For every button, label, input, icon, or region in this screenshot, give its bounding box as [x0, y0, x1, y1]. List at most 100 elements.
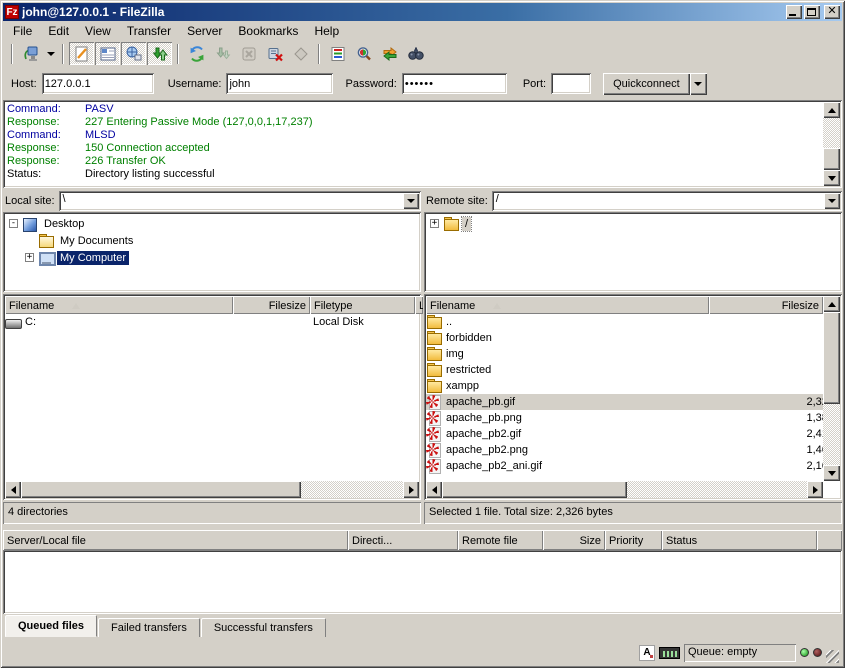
file-row[interactable]: apache_pb2.gif 2,414	[426, 426, 840, 442]
tree-item-icon	[22, 217, 39, 231]
menu-item[interactable]: View	[77, 22, 119, 40]
scroll-right-button[interactable]	[807, 481, 823, 498]
transfer-type-indicator-icon[interactable]: A	[639, 645, 655, 661]
column-header-lastmodified[interactable]: L	[415, 296, 423, 314]
cancel-operation-button[interactable]	[236, 42, 261, 65]
toggle-local-tree-button[interactable]	[95, 42, 120, 65]
menu-item[interactable]: Bookmarks	[230, 22, 306, 40]
tree-item[interactable]: + My Computer	[7, 249, 419, 266]
file-row[interactable]: restricted	[426, 362, 840, 378]
local-file-list: Filename Filesize Filetype L C: Local Di…	[3, 294, 421, 500]
queue-list[interactable]	[3, 550, 842, 614]
app-icon: Fz	[5, 5, 19, 19]
site-manager-dropdown-button[interactable]	[44, 42, 57, 65]
column-header-status[interactable]: Status	[662, 530, 817, 550]
local-horizontal-scrollbar[interactable]	[5, 481, 419, 498]
scroll-right-button[interactable]	[403, 481, 419, 498]
file-row[interactable]: apache_pb2_ani.gif 2,160	[426, 458, 840, 474]
local-site-combobox[interactable]: \	[59, 191, 421, 211]
file-row[interactable]: apache_pb.png 1,385	[426, 410, 840, 426]
menu-item[interactable]: Server	[179, 22, 230, 40]
queue-tab[interactable]: Failed transfers	[98, 618, 200, 637]
file-row[interactable]: img	[426, 346, 840, 362]
tree-expander[interactable]: +	[25, 253, 34, 262]
disconnect-button[interactable]	[262, 42, 287, 65]
menu-item[interactable]: Transfer	[119, 22, 179, 40]
toolbar-separator	[318, 44, 320, 64]
chevron-down-icon	[694, 82, 702, 86]
username-input[interactable]	[226, 73, 333, 94]
column-header-filename[interactable]: Filename	[5, 296, 233, 314]
menu-item[interactable]: Help	[306, 22, 347, 40]
synchronized-browsing-button[interactable]	[377, 42, 402, 65]
speed-limit-indicator-icon[interactable]	[659, 647, 680, 659]
scroll-thumb[interactable]	[823, 148, 840, 170]
reconnect-button[interactable]	[288, 42, 313, 65]
scroll-up-button[interactable]	[823, 296, 840, 312]
file-row[interactable]: xampp	[426, 378, 840, 394]
file-row[interactable]: ..	[426, 314, 840, 330]
scroll-left-button[interactable]	[5, 481, 21, 498]
directory-comparison-button[interactable]	[351, 42, 376, 65]
scroll-thumb[interactable]	[442, 481, 627, 498]
column-header-filename[interactable]: Filename	[426, 296, 709, 314]
tree-item[interactable]: - Desktop	[7, 215, 419, 232]
find-files-button[interactable]	[403, 42, 428, 65]
maximize-button[interactable]	[804, 5, 820, 19]
tree-expander[interactable]: +	[430, 219, 439, 228]
scroll-up-button[interactable]	[823, 102, 840, 118]
file-row[interactable]: forbidden	[426, 330, 840, 346]
scroll-thumb[interactable]	[823, 312, 840, 404]
column-header-priority[interactable]: Priority	[605, 530, 662, 550]
menu-item[interactable]: Edit	[40, 22, 77, 40]
tree-item[interactable]: + /	[428, 215, 840, 232]
column-header-direction[interactable]: Directi...	[348, 530, 458, 550]
toggle-transfer-queue-button[interactable]	[147, 42, 172, 65]
refresh-button[interactable]	[184, 42, 209, 65]
log-scrollbar[interactable]	[823, 102, 840, 186]
tree-expander[interactable]: -	[9, 219, 18, 228]
title-bar[interactable]: Fz john@127.0.0.1 - FileZilla ✕	[3, 3, 842, 21]
column-header-filesize[interactable]: Filesize	[233, 296, 310, 314]
toggle-message-log-button[interactable]	[69, 42, 94, 65]
password-input[interactable]	[402, 73, 507, 94]
scroll-down-button[interactable]	[823, 170, 840, 186]
column-header-remote-file[interactable]: Remote file	[458, 530, 543, 550]
column-header-filesize[interactable]: Filesize	[709, 296, 823, 314]
quickconnect-button[interactable]: Quickconnect	[603, 73, 690, 95]
process-queue-button[interactable]	[210, 42, 235, 65]
toggle-remote-tree-button[interactable]	[121, 42, 146, 65]
remote-site-dropdown-button[interactable]	[824, 193, 840, 209]
site-manager-button[interactable]	[18, 42, 43, 65]
scroll-down-button[interactable]	[823, 465, 840, 481]
scroll-left-button[interactable]	[426, 481, 442, 498]
menu-item[interactable]: File	[5, 22, 40, 40]
column-header-filetype[interactable]: Filetype	[310, 296, 415, 314]
tree-item-label[interactable]: Desktop	[41, 217, 87, 231]
file-row[interactable]: C: Local Disk	[5, 314, 419, 330]
minimize-button[interactable]	[786, 5, 802, 19]
file-row[interactable]: apache_pb2.png 1,463	[426, 442, 840, 458]
column-header-size[interactable]: Size	[543, 530, 605, 550]
tree-item-label[interactable]: My Computer	[57, 251, 129, 265]
directory-listing-filters-button[interactable]	[325, 42, 350, 65]
queue-tab[interactable]: Successful transfers	[201, 618, 326, 637]
quickconnect-dropdown-button[interactable]	[690, 73, 707, 95]
tree-item[interactable]: My Documents	[7, 232, 419, 249]
tree-item-label[interactable]: /	[462, 217, 471, 231]
column-header-server-local-file[interactable]: Server/Local file	[3, 530, 348, 550]
remote-horizontal-scrollbar[interactable]	[426, 481, 823, 498]
tree-item-label[interactable]: My Documents	[57, 234, 136, 248]
scroll-thumb[interactable]	[21, 481, 301, 498]
close-button[interactable]: ✕	[824, 5, 840, 19]
minimize-icon	[789, 14, 796, 16]
queue-tab[interactable]: Queued files	[5, 615, 97, 637]
message-log: Command: PASV Response: 227 Entering Pas…	[3, 100, 842, 188]
remote-vertical-scrollbar[interactable]	[823, 296, 840, 481]
port-input[interactable]	[551, 73, 591, 94]
local-site-dropdown-button[interactable]	[403, 193, 419, 209]
resize-grip[interactable]	[826, 650, 839, 663]
remote-site-combobox[interactable]: /	[492, 191, 842, 211]
host-input[interactable]	[42, 73, 154, 94]
file-row[interactable]: apache_pb.gif 2,326	[426, 394, 840, 410]
